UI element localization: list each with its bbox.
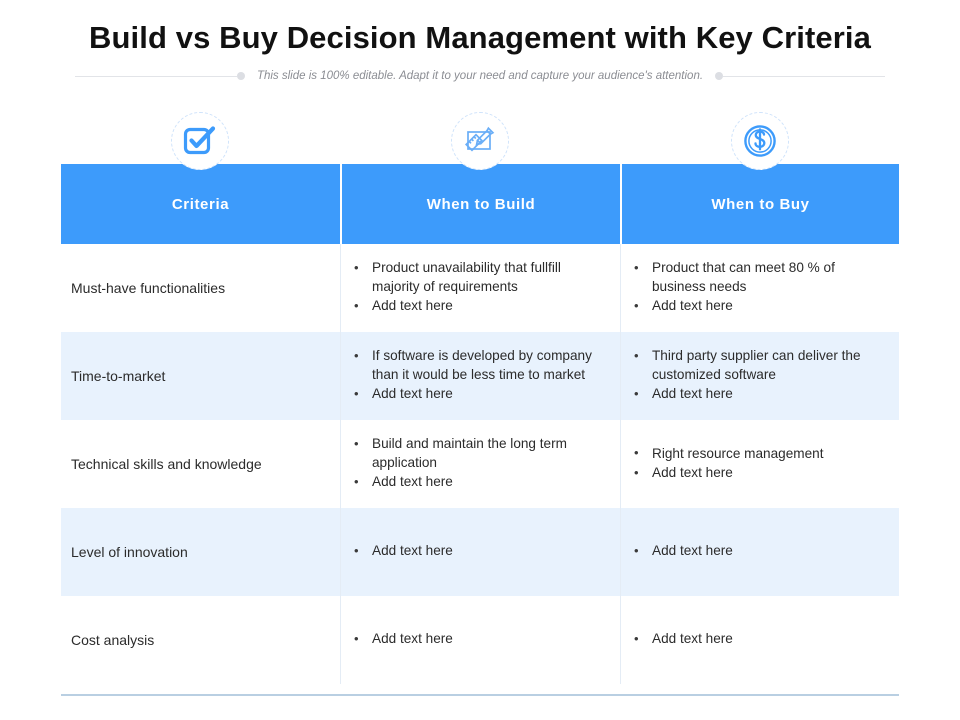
- bullet-item: Add text here: [631, 464, 885, 483]
- bullet-item: Add text here: [631, 297, 885, 316]
- bullet-list: Add text here: [351, 542, 606, 562]
- column-header-when-to-buy: When to Buy: [620, 164, 899, 244]
- bullet-item: Build and maintain the long term applica…: [351, 435, 606, 472]
- cell-when-to-build: Add text here: [340, 508, 620, 596]
- cell-criteria: Must-have functionalities: [61, 244, 340, 332]
- bullet-item: Add text here: [351, 542, 606, 561]
- bullet-item: Product that can meet 80 % of business n…: [631, 259, 885, 296]
- bullet-list: Product that can meet 80 % of business n…: [631, 259, 885, 317]
- cell-criteria: Time-to-market: [61, 332, 340, 420]
- cell-criteria: Technical skills and knowledge: [61, 420, 340, 508]
- bullet-list: Right resource managementAdd text here: [631, 444, 885, 484]
- table-body: Must-have functionalities Product unavail…: [61, 244, 899, 684]
- bullet-item: Add text here: [631, 385, 885, 404]
- table-row: Cost analysis Add text here Add text here: [61, 596, 899, 684]
- bullet-list: Add text here: [631, 630, 885, 650]
- cell-when-to-build: If software is developed by company than…: [340, 332, 620, 420]
- table-row: Must-have functionalities Product unavail…: [61, 244, 899, 332]
- bullet-list: Add text here: [351, 630, 606, 650]
- cell-when-to-buy: Add text here: [620, 508, 899, 596]
- buy-icon-badge: [731, 112, 789, 170]
- cell-when-to-build: Product unavailability that fullfill maj…: [340, 244, 620, 332]
- table-header-row: Criteria When to Build When to Buy: [61, 164, 899, 244]
- cell-when-to-buy: Right resource managementAdd text here: [620, 420, 899, 508]
- bullet-item: Add text here: [351, 385, 606, 404]
- decorative-bar: [74, 75, 237, 77]
- column-header-when-to-build: When to Build: [340, 164, 620, 244]
- comparison-table: Criteria When to Build When to Buy Must-…: [61, 164, 899, 696]
- criteria-label: Time-to-market: [71, 368, 166, 384]
- subtitle-row: This slide is 100% editable. Adapt it to…: [0, 64, 960, 88]
- decorative-dot: [715, 72, 724, 80]
- column-header-criteria: Criteria: [171, 195, 230, 213]
- table-bottom-rule: [61, 694, 899, 696]
- table-row: Level of innovation Add text here Add text…: [61, 508, 899, 596]
- bullet-item: Right resource management: [631, 444, 885, 464]
- decorative-dot: [236, 72, 245, 80]
- bullet-item: Product unavailability that fullfill maj…: [351, 259, 606, 296]
- bullet-item: Add text here: [351, 473, 606, 492]
- table-row: Technical skills and knowledge Build and …: [61, 420, 899, 508]
- page-title: Build vs Buy Decision Management with Ke…: [89, 20, 871, 55]
- criteria-label: Must-have functionalities: [71, 280, 226, 296]
- cell-criteria: Level of innovation: [61, 508, 340, 596]
- bullet-item: Add text here: [631, 630, 885, 649]
- bullet-item: Add text here: [351, 630, 606, 649]
- bullet-list: Third party supplier can deliver the cus…: [631, 347, 885, 405]
- criteria-label: Level of innovation: [71, 544, 188, 560]
- table-row: Time-to-market If software is developed b…: [61, 332, 899, 420]
- cell-when-to-buy: Third party supplier can deliver the cus…: [620, 332, 899, 420]
- slide-subtitle: This slide is 100% editable. Adapt it to…: [256, 70, 704, 82]
- cell-criteria: Cost analysis: [61, 596, 340, 684]
- cell-when-to-build: Build and maintain the long term applica…: [340, 420, 620, 508]
- decorative-line-left: [74, 72, 245, 80]
- decorative-line-right: [715, 72, 886, 80]
- bullet-item: If software is developed by company than…: [351, 347, 606, 384]
- bullet-list: Add text here: [631, 542, 885, 562]
- criteria-icon-badge: [171, 112, 229, 170]
- ruler-pencil-icon: [463, 124, 497, 158]
- bullet-list: Build and maintain the long term applica…: [351, 435, 606, 493]
- bullet-item: Third party supplier can deliver the cus…: [631, 347, 885, 384]
- checkbox-check-icon: [183, 125, 217, 157]
- cell-when-to-buy: Product that can meet 80 % of business n…: [620, 244, 899, 332]
- bullet-list: If software is developed by company than…: [351, 347, 606, 405]
- cell-when-to-buy: Add text here: [620, 596, 899, 684]
- criteria-label: Cost analysis: [71, 632, 155, 648]
- dollar-coin-icon: [743, 124, 777, 158]
- bullet-item: Add text here: [631, 542, 885, 561]
- criteria-label: Technical skills and knowledge: [71, 456, 262, 472]
- cell-when-to-build: Add text here: [340, 596, 620, 684]
- build-icon-badge: [451, 112, 509, 170]
- decorative-bar: [723, 75, 886, 77]
- bullet-list: Product unavailability that fullfill maj…: [351, 259, 606, 317]
- bullet-item: Add text here: [351, 297, 606, 316]
